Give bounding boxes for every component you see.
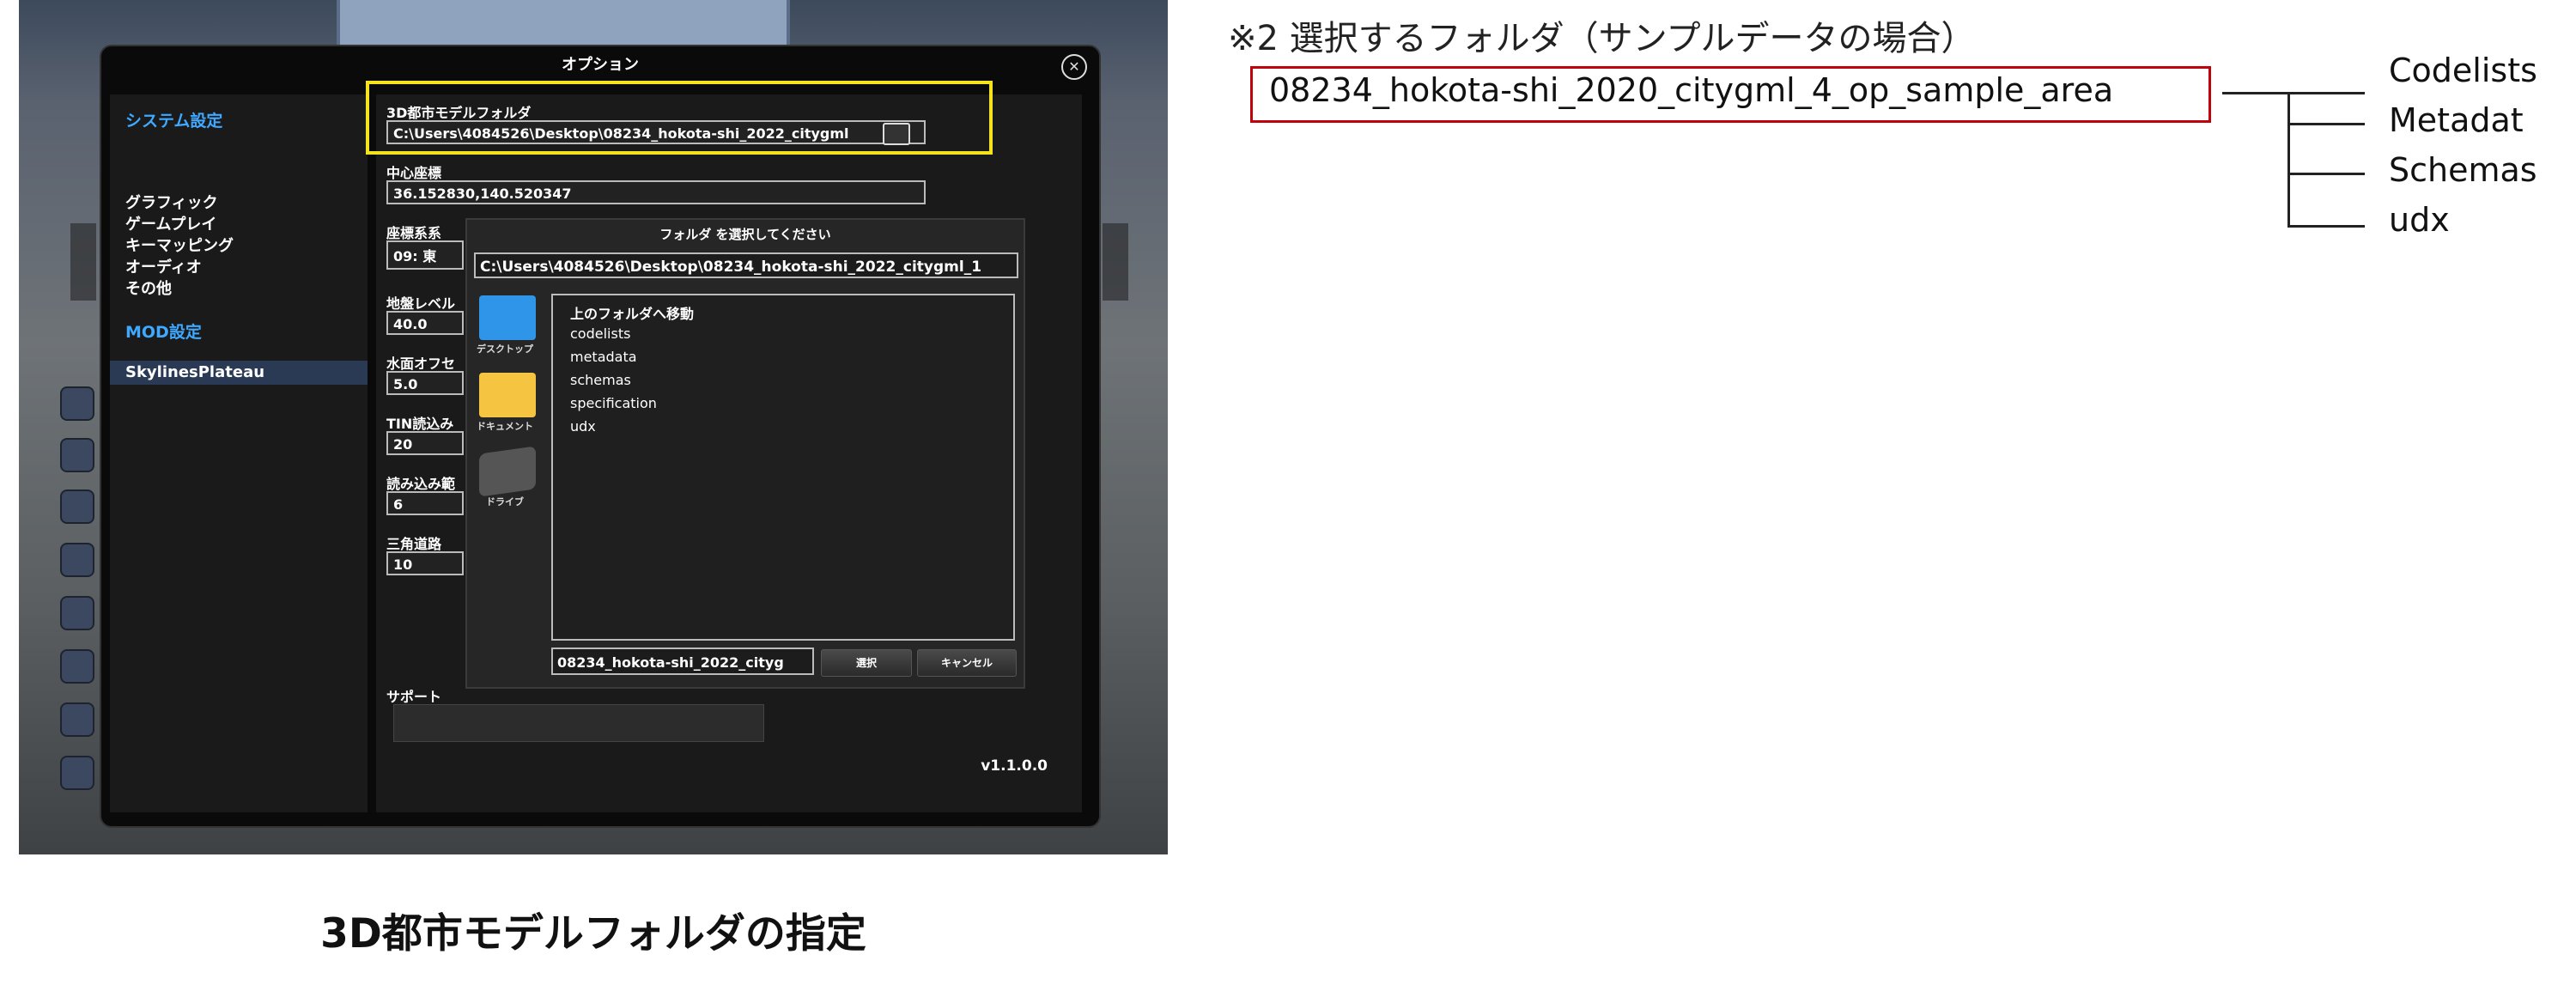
tree-branch-line [2287,92,2365,94]
folder-picker-dialog: フォルダ を選択してください C:\Users\4084526\Desktop\… [465,218,1025,689]
list-item[interactable]: codelists [570,325,630,342]
browse-folder-icon[interactable] [883,123,910,145]
diagram-note: ※2 選択するフォルダ（サンプルデータの場合） [1228,19,1976,58]
child-folder-codelists: Codelists [2389,52,2537,89]
menu-item-misc[interactable]: その他 [125,277,172,299]
screenshot-caption: 3D都市モデルフォルダの指定 [320,910,866,958]
tree-branch-line [2287,173,2365,175]
version-label: v1.1.0.0 [981,757,1048,775]
triangle-road-label: 三角道路 [386,536,442,552]
settings-sidebar: システム設定 グラフィック ゲームプレイ キーマッピング オーディオ その他 M… [110,94,368,812]
child-folder-udx: udx [2389,201,2450,239]
system-settings-heading: システム設定 [125,112,223,131]
sidebar-item-documents[interactable]: ドキュメント [476,419,534,433]
dialog-title: オプション [562,56,639,74]
ground-level-label: 地盤レベル [386,295,456,312]
coord-system-label: 座標系系 [386,225,442,241]
left-side-tab [70,223,96,301]
menu-item-graphics[interactable]: グラフィック [125,191,218,213]
sidebar-item-drive[interactable]: ドライブ [476,495,534,508]
select-button[interactable]: 選択 [821,649,912,677]
menu-item-keymapping[interactable]: キーマッピング [125,234,234,256]
list-item[interactable]: schemas [570,372,631,388]
tin-load-label: TIN読込み [386,416,454,432]
center-coord-input[interactable]: 36.152830,140.520347 [386,180,926,204]
toolbar-icon[interactable] [60,438,94,472]
center-coord-label: 中心座標 [386,165,442,181]
picker-path-input[interactable]: C:\Users\4084526\Desktop\08234_hokota-sh… [474,252,1018,278]
picker-title: フォルダ を選択してください [659,227,831,242]
load-range-input[interactable]: 6 [386,491,464,515]
support-label: サポート [386,689,442,705]
cancel-button[interactable]: キャンセル [917,649,1017,677]
toolbar-icon[interactable] [60,543,94,577]
folder-list: 上のフォルダへ移動 codelists metadata schemas spe… [551,294,1015,641]
root-folder-name: 08234_hokota-shi_2020_citygml_4_op_sampl… [1269,71,2114,109]
toolbar-icon[interactable] [60,386,94,421]
ground-level-input[interactable]: 40.0 [386,311,464,335]
toolbar-icon[interactable] [60,596,94,630]
toolbar-icon[interactable] [60,702,94,737]
list-item[interactable]: specification [570,395,657,411]
desktop-icon[interactable] [479,295,536,340]
mod-settings-heading: MOD設定 [125,323,202,342]
game-screenshot: オプション ✕ システム設定 グラフィック ゲームプレイ キーマッピング オーデ… [19,0,1168,854]
right-side-tab [1103,223,1128,301]
toolbar-icon[interactable] [60,649,94,684]
close-icon[interactable]: ✕ [1061,54,1087,80]
coord-system-select[interactable]: 09: 東 [386,240,464,270]
toolbar-icon[interactable] [60,756,94,790]
tree-trunk-line [2287,92,2290,228]
list-item[interactable]: udx [570,418,596,435]
list-item-parent-folder[interactable]: 上のフォルダへ移動 [570,302,694,323]
menu-item-gameplay[interactable]: ゲームプレイ [125,212,216,234]
list-item[interactable]: metadata [570,349,637,365]
documents-icon[interactable] [479,373,536,417]
mod-item-skylinesplateau[interactable]: SkylinesPlateau [110,361,368,385]
tin-load-input[interactable]: 20 [386,431,464,455]
tree-branch-line [2287,123,2365,125]
toolbar-icon[interactable] [60,489,94,524]
triangle-road-input[interactable]: 10 [386,551,464,575]
load-range-label: 読み込み範 [386,476,456,492]
tree-branch-line [2287,225,2365,228]
sidebar-item-desktop[interactable]: デスクトップ [476,342,534,356]
water-offset-label: 水面オフセ [386,356,456,372]
water-offset-input[interactable]: 5.0 [386,371,464,395]
drive-icon[interactable] [479,446,536,497]
menu-item-audio[interactable]: オーディオ [125,255,202,277]
folder-name-input[interactable]: 08234_hokota-shi_2022_cityg [551,648,814,675]
child-folder-metadata: Metadat [2389,101,2524,139]
child-folder-schemas: Schemas [2389,151,2537,189]
support-button[interactable] [393,704,764,742]
